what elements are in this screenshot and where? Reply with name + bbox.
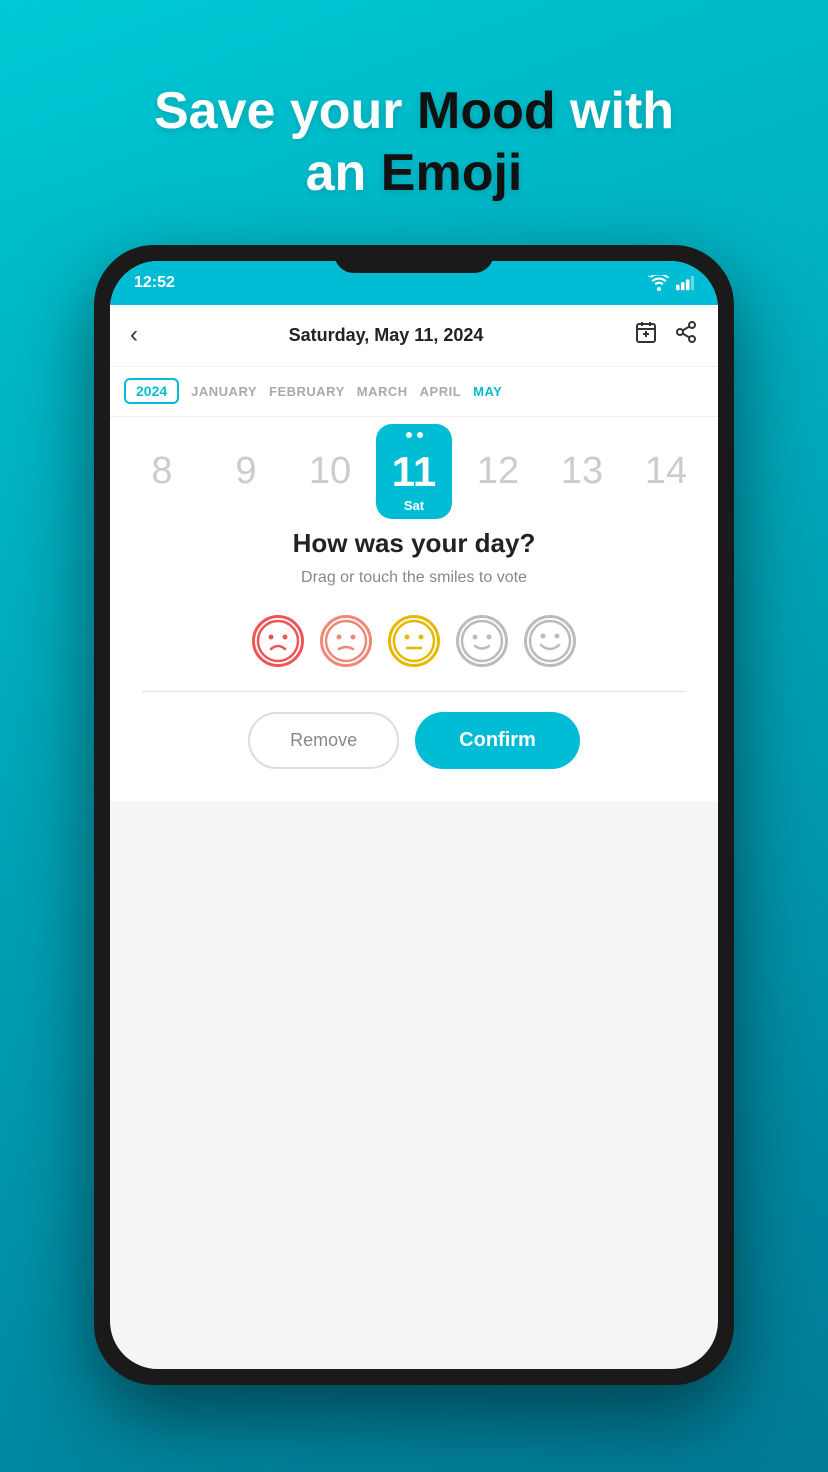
day-10[interactable]: 10 bbox=[292, 450, 368, 493]
top-nav: ‹ Saturday, May 11, 2024 bbox=[110, 305, 718, 367]
day-8[interactable]: 8 bbox=[124, 450, 200, 493]
nav-title: Saturday, May 11, 2024 bbox=[289, 325, 484, 346]
day-strip: 8 9 10 11 Sat 12 13 14 bbox=[110, 417, 718, 527]
emoji-sad[interactable] bbox=[252, 615, 304, 667]
emoji-neutral[interactable] bbox=[388, 615, 440, 667]
phone-wrapper: 12:52 ‹ Satur bbox=[94, 245, 734, 1385]
hero-line1: Save your Mood with bbox=[154, 82, 674, 140]
hero-line2: an Emoji bbox=[306, 144, 523, 202]
day-12[interactable]: 12 bbox=[460, 450, 536, 493]
button-row: Remove Confirm bbox=[142, 712, 686, 769]
month-march[interactable]: MARCH bbox=[357, 384, 408, 399]
day-13[interactable]: 13 bbox=[544, 450, 620, 493]
emoji-slightly-sad[interactable] bbox=[320, 615, 372, 667]
signal-icon bbox=[676, 275, 694, 291]
mood-modal: How was your day? Drag or touch the smil… bbox=[110, 527, 718, 801]
day-14[interactable]: 14 bbox=[628, 450, 704, 493]
status-icons bbox=[648, 275, 694, 291]
modal-title: How was your day? bbox=[142, 528, 686, 559]
calendar-icon[interactable] bbox=[634, 320, 658, 350]
phone-screen: 12:52 ‹ Satur bbox=[110, 261, 718, 1369]
emoji-happy[interactable] bbox=[524, 615, 576, 667]
month-february[interactable]: FEBRUARY bbox=[269, 384, 345, 399]
hero-emoji-word: Emoji bbox=[381, 144, 523, 202]
confirm-button[interactable]: Confirm bbox=[415, 712, 580, 769]
emoji-slightly-happy[interactable] bbox=[456, 615, 508, 667]
nav-actions bbox=[634, 320, 698, 350]
year-badge[interactable]: 2024 bbox=[124, 378, 179, 404]
hero-section: Save your Mood with an Emoji bbox=[154, 80, 674, 205]
month-tabs: 2024 JANUARY FEBRUARY MARCH APRIL MAY bbox=[110, 367, 718, 417]
phone-frame: 12:52 ‹ Satur bbox=[94, 245, 734, 1385]
month-may[interactable]: MAY bbox=[473, 384, 502, 399]
share-icon[interactable] bbox=[674, 320, 698, 350]
content-area: View on t... My ...stre... I'm ... bbox=[110, 527, 718, 801]
day-11-selected[interactable]: 11 Sat bbox=[376, 424, 452, 519]
modal-subtitle: Drag or touch the smiles to vote bbox=[142, 569, 686, 587]
wifi-icon bbox=[648, 275, 670, 291]
phone-notch bbox=[334, 245, 494, 273]
remove-button[interactable]: Remove bbox=[248, 712, 399, 769]
day-9[interactable]: 9 bbox=[208, 450, 284, 493]
hero-mood-word: Mood bbox=[417, 82, 556, 140]
modal-overlay: How was your day? Drag or touch the smil… bbox=[110, 527, 718, 801]
modal-divider bbox=[142, 691, 686, 692]
status-time: 12:52 bbox=[134, 274, 175, 292]
month-january[interactable]: JANUARY bbox=[191, 384, 257, 399]
back-button[interactable]: ‹ bbox=[130, 321, 138, 349]
emoji-row bbox=[142, 615, 686, 667]
month-april[interactable]: APRIL bbox=[420, 384, 462, 399]
